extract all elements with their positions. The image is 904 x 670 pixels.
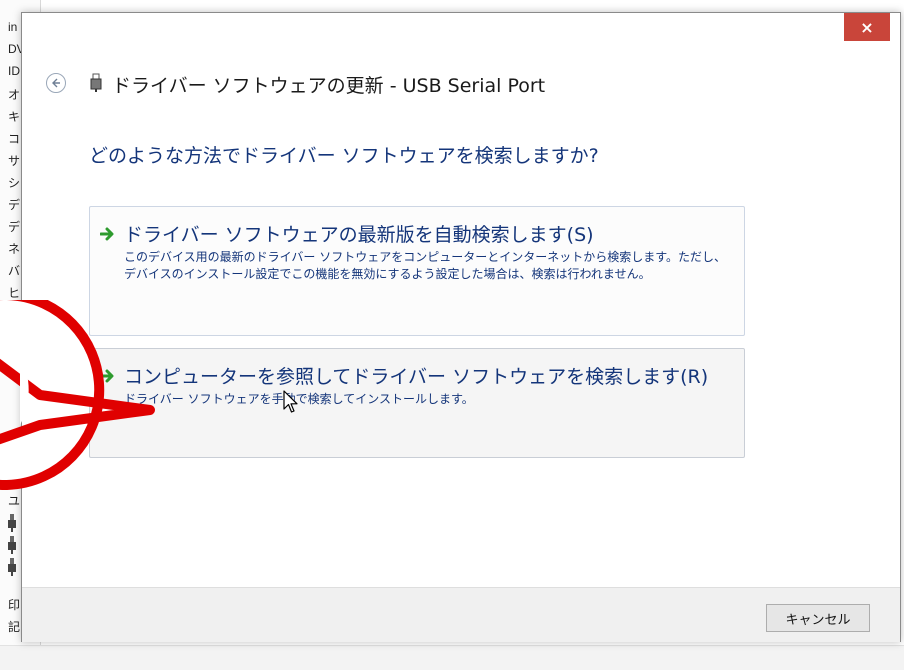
dialog-header: ドライバー ソフトウェアの更新 - USB Serial Port	[22, 63, 900, 103]
option-description: ドライバー ソフトウェアを手動で検索してインストールします。	[124, 392, 474, 406]
close-button[interactable]: ×	[844, 13, 890, 41]
back-arrow-icon[interactable]	[46, 73, 66, 93]
dialog-footer: キャンセル	[22, 587, 900, 642]
green-arrow-icon	[100, 227, 114, 241]
mouse-pointer-icon	[283, 390, 298, 413]
cancel-button[interactable]: キャンセル	[766, 604, 870, 632]
background-statusbar	[0, 645, 904, 670]
green-arrow-icon	[100, 369, 114, 383]
option-title: ドライバー ソフトウェアの最新版を自動検索します(S)	[124, 224, 594, 246]
usb-device-icon	[90, 73, 102, 92]
option-title: コンピューターを参照してドライバー ソフトウェアを検索します(R)	[124, 366, 709, 388]
update-driver-dialog: × ドライバー ソフトウェアの更新 - USB Serial Port どのよう…	[21, 12, 901, 642]
option-description: このデバイス用の最新のドライバー ソフトウェアをコンピューターとインターネットか…	[124, 250, 727, 281]
dialog-title: ドライバー ソフトウェアの更新 - USB Serial Port	[112, 75, 546, 97]
usb-plug-icon	[8, 536, 16, 554]
usb-plug-icon	[8, 558, 16, 576]
usb-plug-icon	[8, 514, 16, 532]
instruction-heading: どのような方法でドライバー ソフトウェアを検索しますか?	[89, 145, 599, 167]
auto-search-option[interactable]: ドライバー ソフトウェアの最新版を自動検索します(S) このデバイス用の最新のド…	[89, 206, 745, 336]
browse-computer-option[interactable]: コンピューターを参照してドライバー ソフトウェアを検索します(R) ドライバー …	[89, 348, 745, 458]
